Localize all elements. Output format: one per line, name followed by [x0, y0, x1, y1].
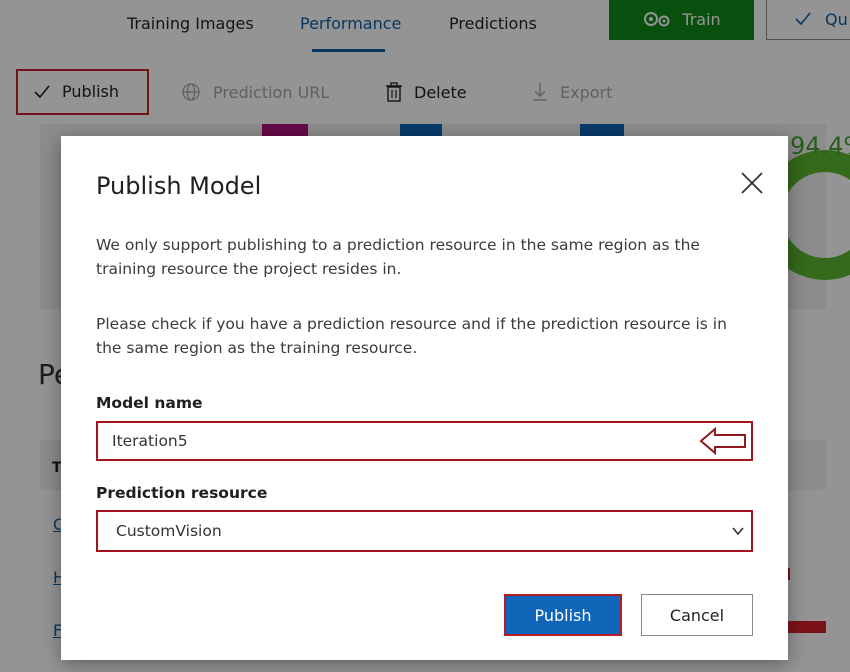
prediction-resource-value: CustomVision: [116, 522, 222, 540]
prediction-resource-select[interactable]: CustomVision: [96, 510, 753, 552]
close-icon[interactable]: [737, 168, 767, 198]
publish-model-dialog: Publish Model We only support publishing…: [61, 136, 788, 660]
info-paragraph: Please check if you have a prediction re…: [96, 315, 727, 357]
prediction-resource-label: Prediction resource: [96, 484, 268, 502]
cancel-button[interactable]: Cancel: [641, 594, 753, 636]
info-paragraph: We only support publishing to a predicti…: [96, 236, 700, 278]
dialog-title: Publish Model: [96, 172, 262, 200]
arrow-left-icon: [699, 427, 746, 455]
model-name-input[interactable]: [96, 421, 753, 461]
publish-button[interactable]: Publish: [504, 594, 622, 636]
model-name-label: Model name: [96, 394, 203, 412]
chevron-down-icon: [732, 527, 744, 536]
